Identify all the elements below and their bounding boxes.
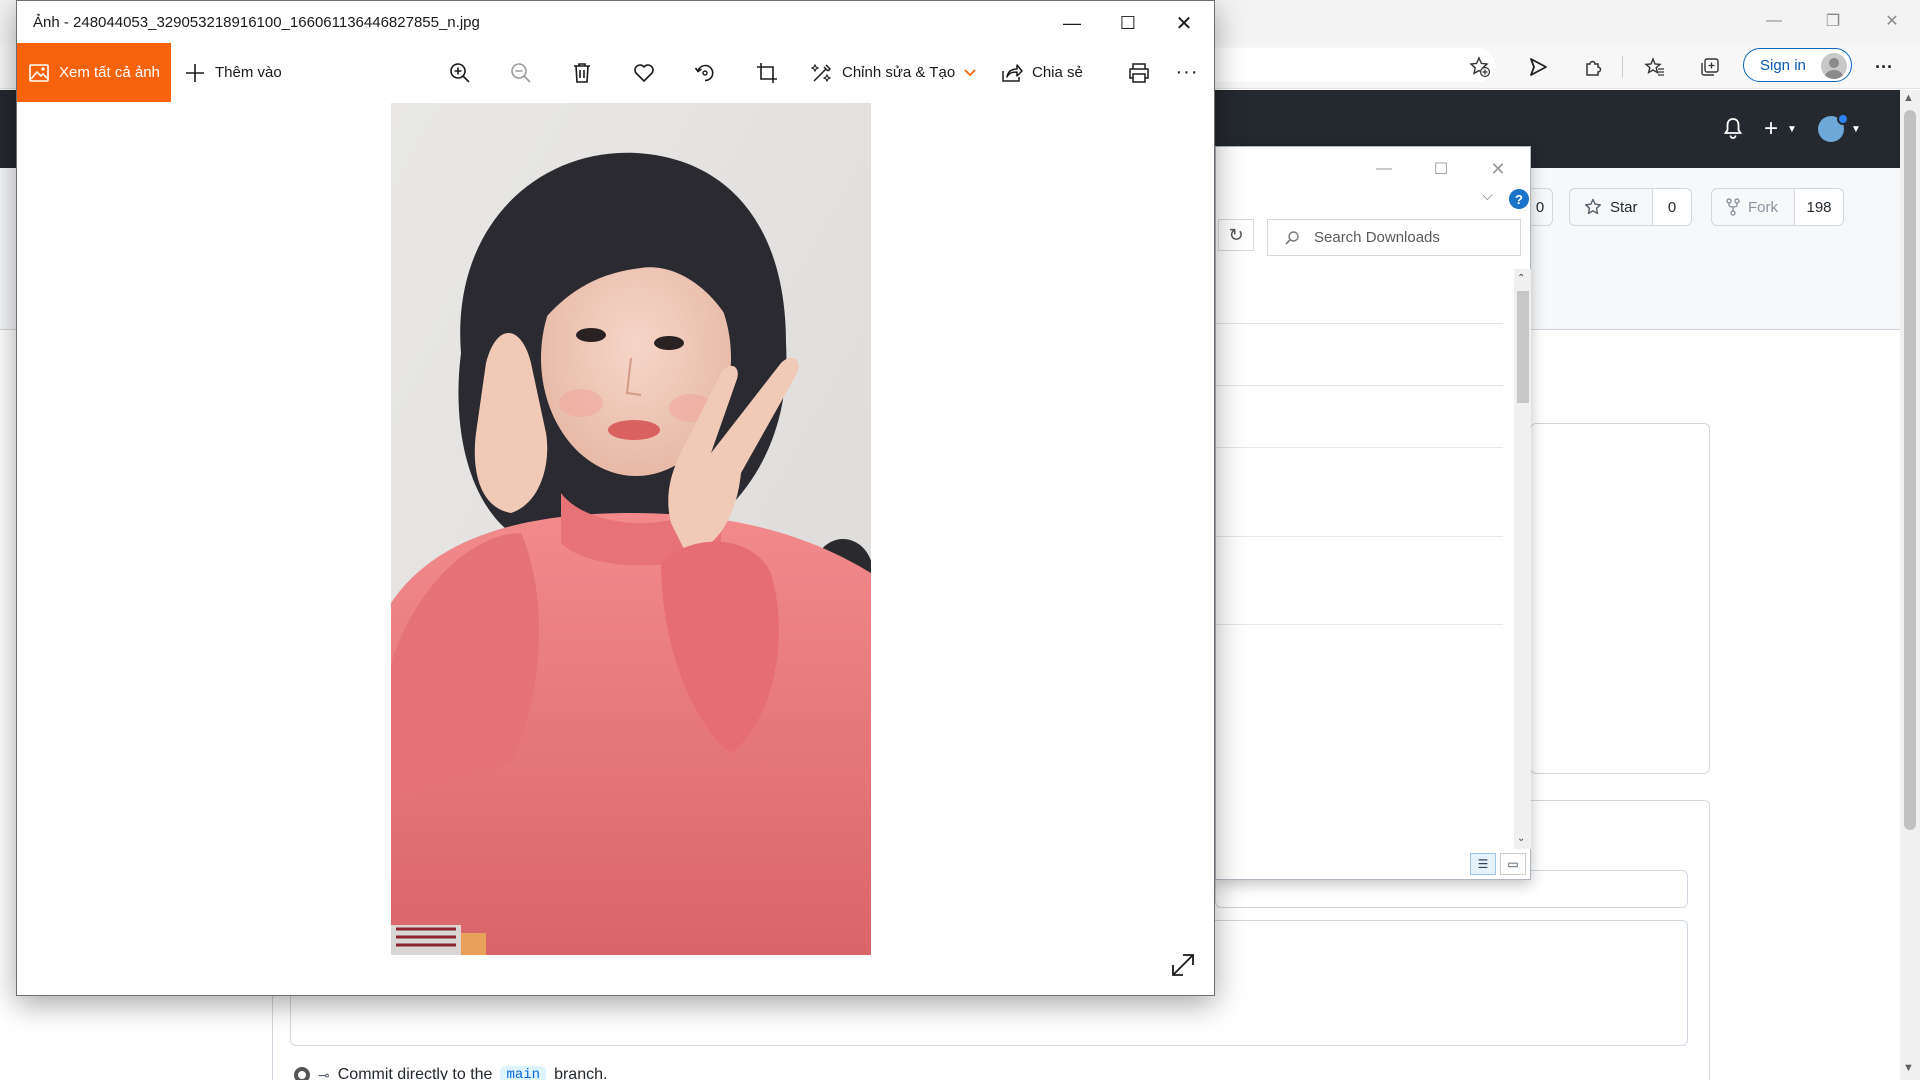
address-bar[interactable] (1210, 48, 1495, 82)
fork-label: Fork (1748, 198, 1778, 216)
downloads-scrollbar-thumb[interactable] (1517, 291, 1529, 403)
plus-icon (186, 63, 204, 82)
print-button[interactable] (1117, 43, 1161, 102)
sign-in-button[interactable]: Sign in (1743, 48, 1852, 82)
delete-button[interactable] (560, 43, 604, 102)
edit-create-button[interactable]: Chỉnh sửa & Tạo (811, 43, 976, 102)
browser-restore-button[interactable]: ❐ (1810, 6, 1856, 36)
share-icon (1002, 63, 1023, 82)
partial-count: 0 (1535, 198, 1545, 216)
profile-avatar (1821, 53, 1847, 79)
list-divider (1216, 385, 1503, 386)
delete-icon (574, 62, 590, 83)
favorite-button[interactable] (622, 43, 666, 102)
notification-dot (1837, 113, 1849, 125)
edit-create-icon (811, 63, 832, 82)
branch-suffix: branch. (554, 1066, 608, 1080)
more-options-button[interactable]: ··· (1167, 43, 1207, 102)
share-label: Chia sẻ (1032, 64, 1083, 81)
zoom-out-icon (511, 62, 531, 83)
maximize-button[interactable]: ☐ (1100, 3, 1156, 43)
view-all-label: Xem tất cả ảnh (59, 64, 160, 81)
zoom-in-button[interactable] (438, 43, 482, 102)
downloads-scroll-down-icon[interactable]: ⌄ (1517, 833, 1525, 844)
details-view-icon[interactable]: ☰ (1470, 853, 1496, 875)
browser-close-button[interactable]: ✕ (1869, 6, 1915, 36)
browser-minimize-button[interactable]: — (1751, 6, 1797, 36)
settings-more-icon[interactable]: ··· (1869, 52, 1899, 82)
expand-icon[interactable] (1169, 951, 1197, 979)
avatar-dropdown-caret-icon[interactable]: ▼ (1851, 124, 1861, 135)
plus-icon[interactable]: + (1764, 115, 1778, 143)
crop-button[interactable] (745, 43, 789, 102)
commit-icon: ⊸ (318, 1066, 330, 1080)
add-favorite-icon[interactable] (1465, 52, 1495, 82)
zoom-out-button[interactable] (499, 43, 543, 102)
star-button[interactable]: Star (1569, 188, 1653, 226)
scroll-up-arrow-icon[interactable]: ▲ (1903, 92, 1914, 104)
share-button[interactable]: Chia sẻ (1001, 43, 1083, 102)
favorites-icon[interactable] (1640, 52, 1670, 82)
add-to-label: Thêm vào (215, 64, 282, 81)
chevron-down-icon[interactable]: ⌵ (1482, 187, 1493, 204)
branch-name: main (500, 1066, 547, 1080)
sign-in-label: Sign in (1760, 56, 1806, 74)
minimize-button[interactable]: — (1044, 3, 1100, 43)
thumbnail-view-icon[interactable]: ▭ (1500, 853, 1526, 875)
commit-text: Commit directly to the (337, 1066, 493, 1080)
rotate-icon (694, 64, 714, 81)
edit-create-label: Chỉnh sửa & Tạo (842, 64, 956, 81)
window-title: Ảnh - 248044053_329053218916100_16606113… (33, 14, 480, 31)
content-box (1530, 423, 1710, 774)
commit-option-row[interactable]: ⊸ Commit directly to the main branch. (294, 1066, 607, 1080)
search-icon (1285, 230, 1299, 245)
chevron-down-icon (964, 68, 976, 76)
toolbar-divider (1622, 56, 1623, 78)
page-scrollbar-thumb[interactable] (1904, 110, 1916, 830)
list-divider (1216, 536, 1503, 537)
bell-icon[interactable] (1723, 117, 1743, 145)
collections-icon[interactable] (1695, 52, 1725, 82)
extensions-icon[interactable] (1578, 52, 1608, 82)
help-icon[interactable]: ? (1509, 189, 1529, 209)
commit-radio[interactable] (294, 1067, 310, 1080)
list-divider (1216, 447, 1503, 448)
close-button[interactable]: ✕ (1156, 3, 1212, 43)
favorite-icon (634, 63, 654, 82)
photos-window: Ảnh - 248044053_329053218916100_16606113… (16, 0, 1215, 996)
rotate-button[interactable] (683, 43, 727, 102)
scroll-down-arrow-icon[interactable]: ▼ (1903, 1062, 1914, 1074)
zoom-in-icon (450, 62, 470, 83)
print-icon (1129, 62, 1149, 83)
view-all-photos-button[interactable]: Xem tất cả ảnh (17, 43, 171, 102)
star-icon (1585, 198, 1601, 215)
downloads-scroll-up-icon[interactable]: ⌃ (1517, 273, 1525, 284)
search-downloads-input[interactable]: Search Downloads (1267, 219, 1521, 256)
crop-icon (757, 62, 777, 83)
fork-icon (1726, 198, 1740, 216)
search-placeholder: Search Downloads (1314, 229, 1440, 246)
downloads-window: — ☐ ✕ ⌵ ? ↻ Search Downloads ⌃ ⌄ ☰ ▭ (1215, 146, 1531, 880)
send-icon[interactable] (1523, 52, 1553, 82)
photo-image[interactable] (391, 103, 871, 955)
photo-gallery-icon (29, 63, 49, 82)
github-header-edge (0, 90, 12, 168)
plus-dropdown-caret-icon[interactable]: ▼ (1787, 124, 1797, 135)
downloads-minimize-button[interactable]: — (1364, 157, 1404, 181)
refresh-icon[interactable]: ↻ (1218, 219, 1254, 251)
fork-button[interactable]: Fork (1711, 188, 1795, 226)
fork-count[interactable]: 198 (1794, 188, 1844, 226)
add-to-button[interactable]: Thêm vào (185, 43, 282, 102)
downloads-maximize-button[interactable]: ☐ (1421, 157, 1461, 181)
star-label: Star (1610, 198, 1638, 216)
star-count[interactable]: 0 (1652, 188, 1692, 226)
list-divider (1216, 624, 1503, 625)
photos-toolbar: Xem tất cả ảnh Thêm vào Chỉnh sửa & Tạo (17, 43, 1214, 103)
list-divider (1216, 323, 1503, 324)
downloads-close-button[interactable]: ✕ (1478, 157, 1518, 181)
